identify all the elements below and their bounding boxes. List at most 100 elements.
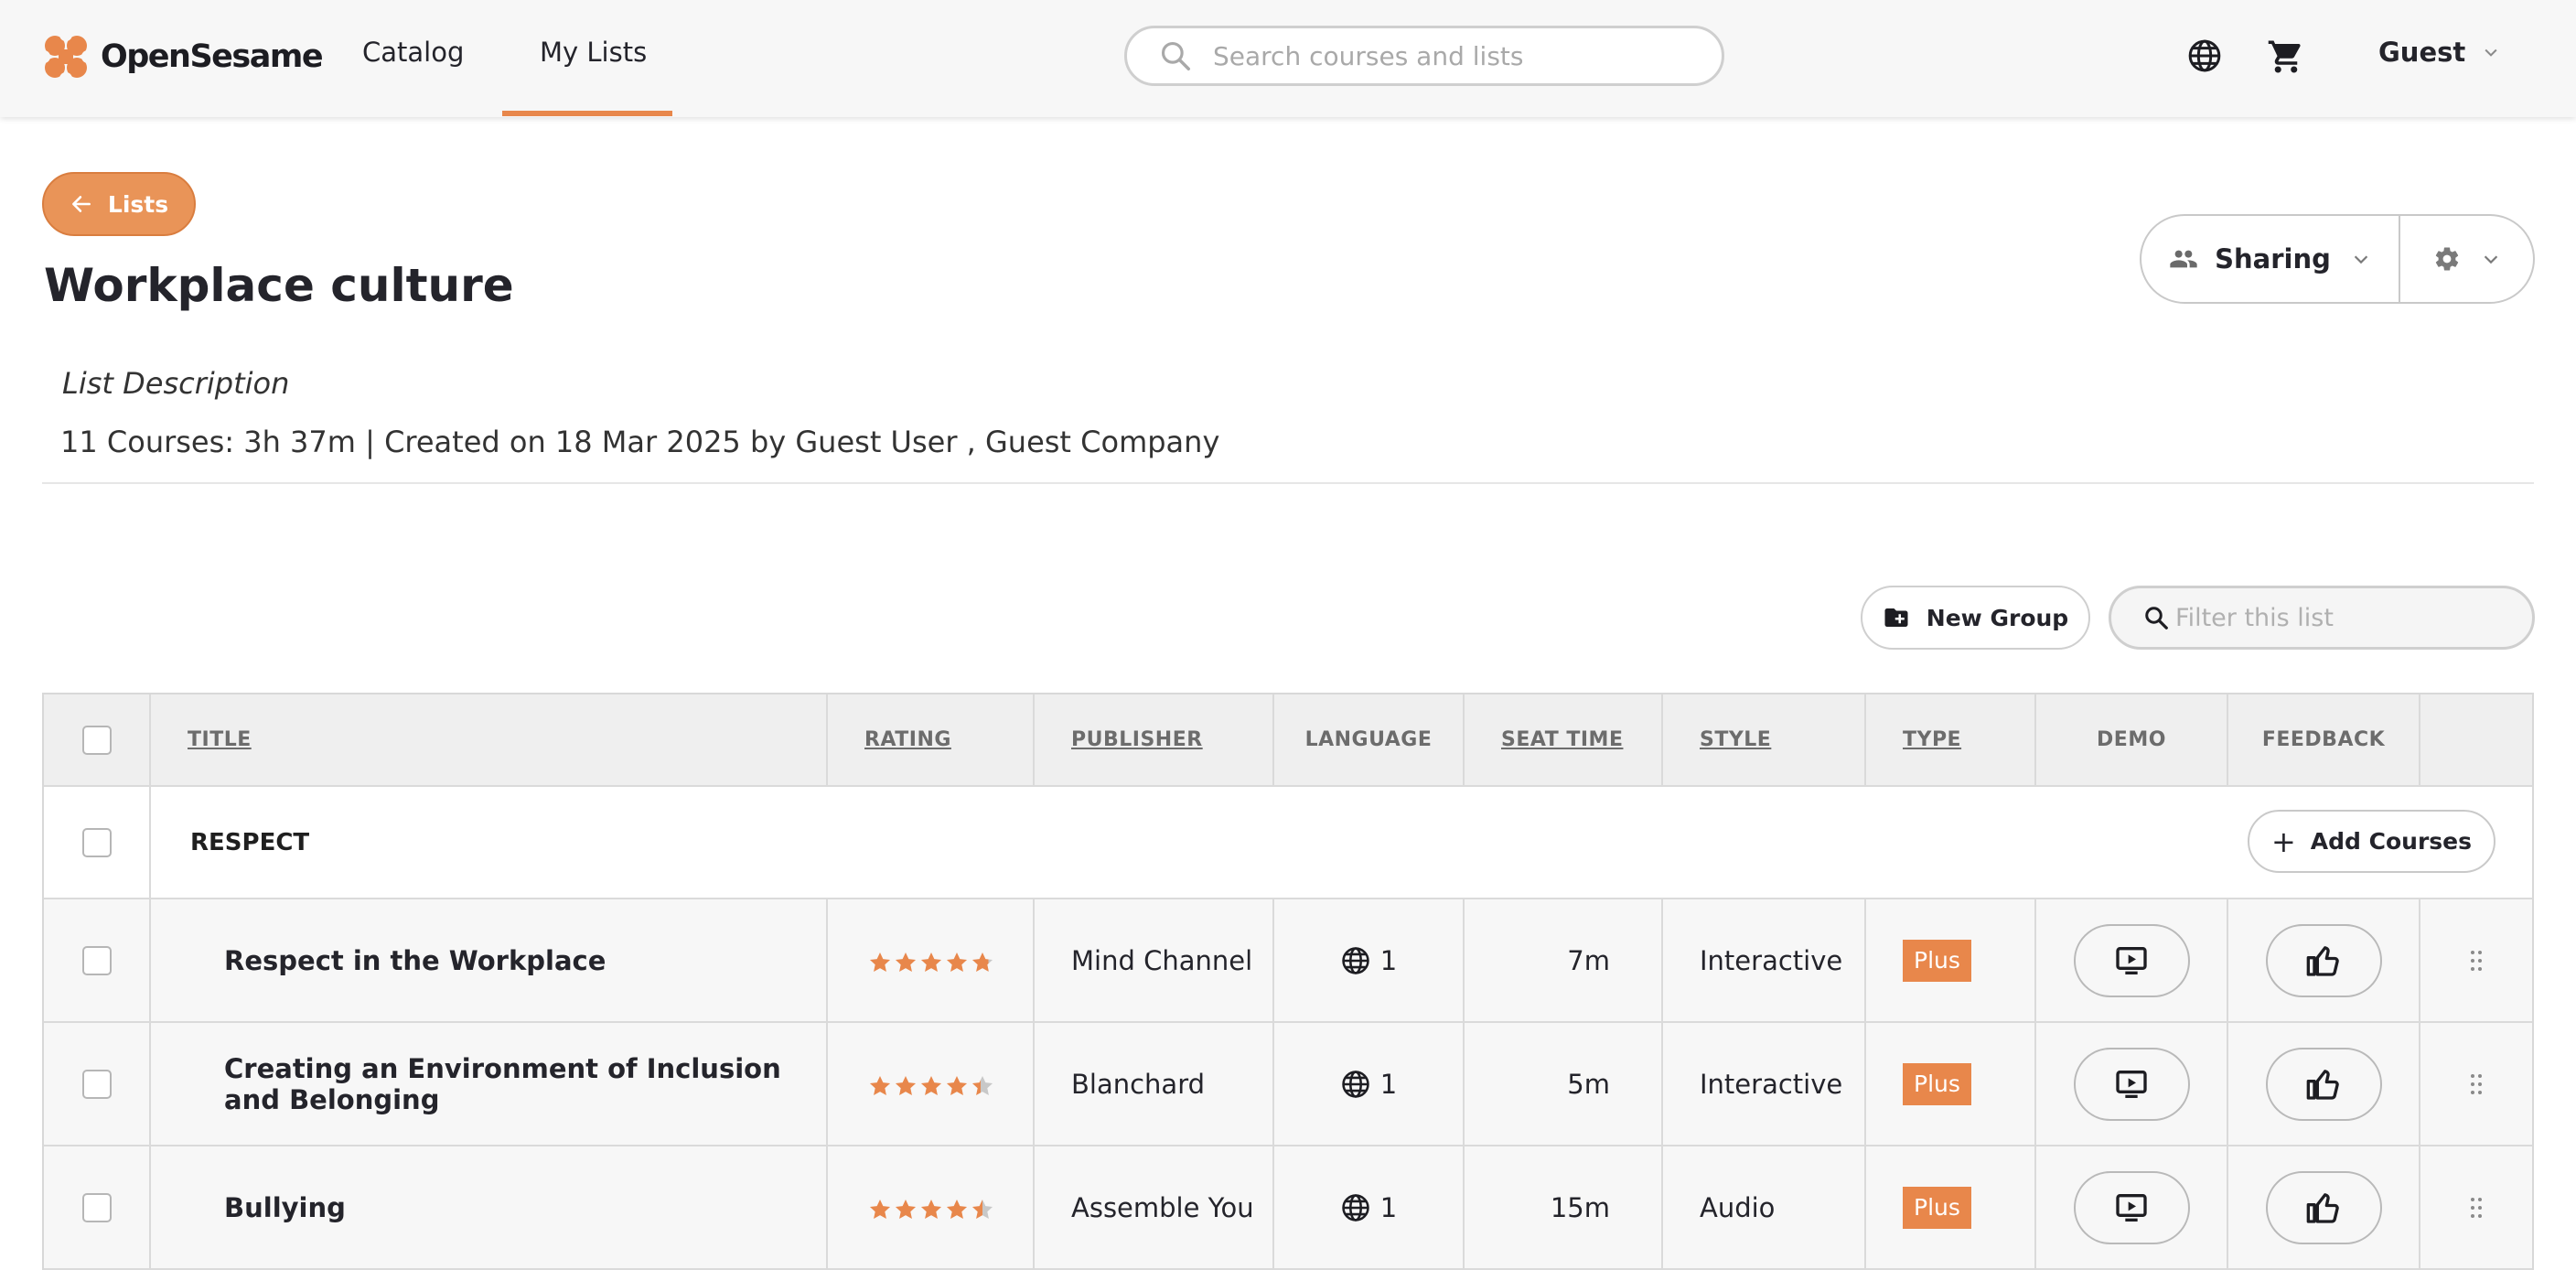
select-all-checkbox[interactable] (81, 725, 112, 755)
col-style[interactable]: STYLE (1700, 728, 1771, 751)
play-screen-icon (2116, 946, 2147, 974)
feedback-button[interactable] (2265, 1047, 2382, 1121)
group-row: RESPECT + Add Courses (44, 787, 2532, 899)
rating-stars (868, 1074, 996, 1098)
user-name: Guest (2378, 37, 2466, 68)
row-checkbox[interactable] (81, 1192, 112, 1222)
language-button[interactable] (2186, 38, 2223, 78)
table-header: TITLE RATING PUBLISHER LANGUAGE SEAT TIM… (44, 694, 2532, 787)
top-navbar: OpenSesame Catalog My Lists Guest (0, 0, 2576, 117)
feedback-button[interactable] (2265, 923, 2382, 997)
course-language-count[interactable]: 1 (1380, 945, 1397, 976)
select-all-cell (44, 694, 151, 785)
thumbs-up-icon (2306, 945, 2339, 976)
star-icon (869, 1199, 891, 1219)
nav-catalog[interactable]: Catalog (362, 37, 464, 68)
course-style: Interactive (1700, 944, 1843, 976)
star-icon (895, 952, 917, 972)
new-group-button[interactable]: New Group (1861, 586, 2090, 650)
course-publisher: Blanchard (1071, 1068, 1206, 1100)
plus-icon: + (2270, 823, 2296, 859)
star-icon (869, 952, 891, 972)
globe-icon (1342, 1070, 1369, 1098)
thumbs-up-icon (2306, 1192, 2339, 1223)
chevron-down-icon (2354, 255, 2368, 264)
row-checkbox[interactable] (81, 1069, 112, 1099)
rating-stars (868, 951, 996, 974)
list-settings-dropdown[interactable] (2400, 216, 2533, 302)
people-icon (2170, 250, 2197, 268)
group-checkbox[interactable] (81, 827, 112, 857)
drag-handle-icon[interactable] (2468, 1196, 2485, 1220)
add-courses-label: Add Courses (2310, 828, 2473, 855)
course-seat-time: 15m (1550, 1191, 1610, 1223)
list-description[interactable]: List Description (62, 366, 289, 401)
gear-icon (2435, 247, 2458, 271)
demo-button[interactable] (2073, 923, 2190, 997)
new-group-label: New Group (1926, 604, 2069, 631)
cart-icon (2268, 40, 2301, 73)
group-name[interactable]: RESPECT (190, 787, 309, 898)
star-icon (946, 952, 968, 972)
feedback-button[interactable] (2265, 1170, 2382, 1244)
sharing-dropdown[interactable]: Sharing (2141, 216, 2400, 302)
nav-my-lists[interactable]: My Lists (540, 37, 647, 68)
cart-button[interactable] (2267, 38, 2305, 80)
col-feedback: FEEDBACK (2261, 728, 2386, 751)
filter-list[interactable] (2109, 586, 2535, 650)
search-input[interactable] (1211, 39, 1690, 72)
sharing-settings-group: Sharing (2140, 214, 2535, 304)
search-icon (2145, 607, 2168, 630)
course-style: Audio (1700, 1191, 1776, 1223)
star-icon (971, 1075, 993, 1095)
globe-icon (1342, 946, 1369, 974)
col-seat-time[interactable]: SEAT TIME (1501, 728, 1623, 751)
col-title[interactable]: TITLE (188, 728, 252, 751)
filter-input[interactable] (2174, 602, 2525, 633)
col-language: LANGUAGE (1304, 728, 1433, 751)
active-tab-indicator (502, 111, 672, 116)
table-row[interactable]: Creating an Environment of Inclusion and… (44, 1023, 2532, 1146)
course-style: Interactive (1700, 1068, 1843, 1100)
drag-handle-icon[interactable] (2468, 949, 2485, 973)
type-badge: Plus (1903, 939, 1971, 982)
star-icon (920, 1199, 942, 1219)
star-icon (971, 952, 993, 972)
star-icon (946, 1199, 968, 1219)
course-seat-time: 7m (1567, 944, 1610, 976)
course-title[interactable]: Bullying (224, 1192, 346, 1223)
col-publisher[interactable]: PUBLISHER (1071, 728, 1203, 751)
user-menu[interactable]: Guest (2378, 37, 2500, 68)
course-publisher: Mind Channel (1071, 944, 1253, 976)
divider (42, 482, 2534, 484)
globe-icon (1342, 1193, 1369, 1222)
list-meta: 11 Courses: 3h 37m | Created on 18 Mar 2… (60, 425, 1220, 459)
back-to-lists-button[interactable]: Lists (42, 172, 196, 236)
col-rating[interactable]: RATING (864, 728, 951, 751)
course-title[interactable]: Creating an Environment of Inclusion and… (224, 1053, 789, 1115)
demo-button[interactable] (2073, 1047, 2190, 1121)
add-courses-button[interactable]: + Add Courses (2248, 810, 2496, 873)
course-language-count[interactable]: 1 (1380, 1069, 1397, 1100)
drag-handle-icon[interactable] (2468, 1072, 2485, 1096)
arrow-left-icon (71, 196, 91, 212)
course-title[interactable]: Respect in the Workplace (224, 945, 606, 976)
search-icon (1161, 41, 1190, 70)
course-publisher: Assemble You (1071, 1191, 1254, 1223)
globe-icon (2188, 39, 2221, 72)
chevron-down-icon (2485, 48, 2497, 57)
brand-name: OpenSesame (101, 38, 324, 75)
table-row[interactable]: Respect in the Workplace Mind Channel 1 … (44, 899, 2532, 1023)
back-label: Lists (107, 190, 169, 218)
demo-button[interactable] (2073, 1170, 2190, 1244)
type-badge: Plus (1903, 1062, 1971, 1105)
col-type[interactable]: TYPE (1903, 728, 1961, 751)
courses-table: TITLE RATING PUBLISHER LANGUAGE SEAT TIM… (42, 693, 2534, 1270)
course-seat-time: 5m (1567, 1068, 1610, 1100)
logo[interactable]: OpenSesame (42, 33, 324, 81)
star-icon (971, 1199, 993, 1219)
type-badge: Plus (1903, 1186, 1971, 1229)
global-search[interactable] (1124, 26, 1724, 86)
row-checkbox[interactable] (81, 945, 112, 975)
course-language-count[interactable]: 1 (1380, 1192, 1397, 1223)
